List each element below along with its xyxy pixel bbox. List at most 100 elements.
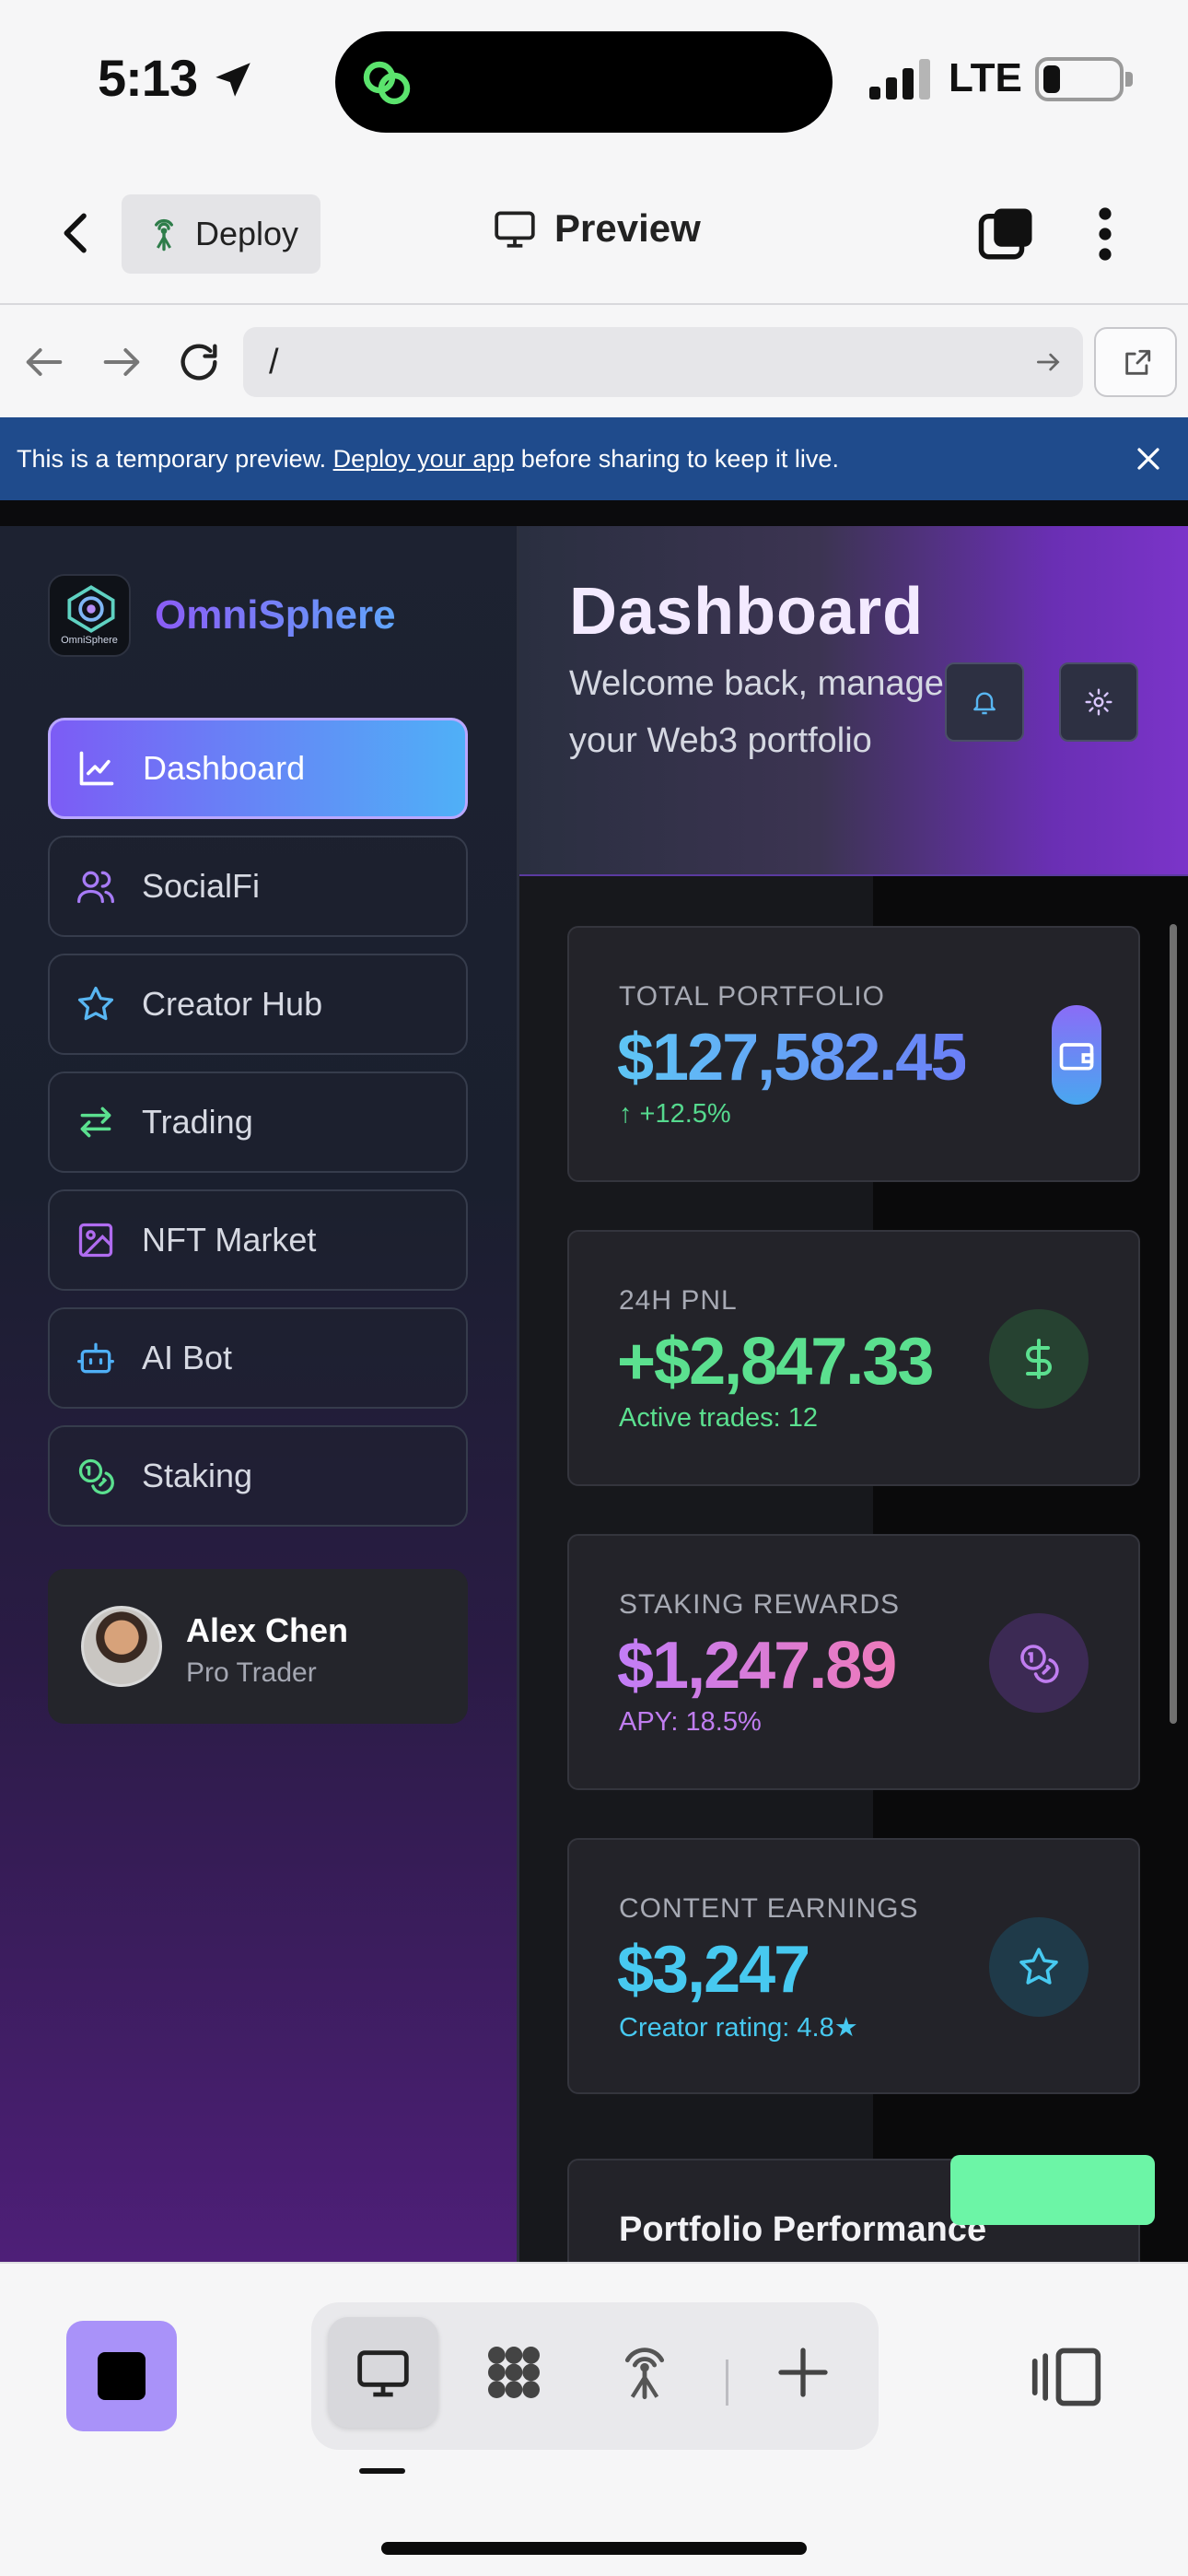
temporary-preview-banner: This is a temporary preview. Deploy your… <box>0 417 1188 500</box>
sidebar-item-trading[interactable]: Trading <box>48 1071 468 1173</box>
back-chevron-icon[interactable] <box>52 205 103 261</box>
workspace-tab[interactable] <box>459 2317 569 2428</box>
gear-icon <box>1085 688 1112 716</box>
sidebar-item-label: Trading <box>142 1103 253 1141</box>
total-portfolio-card: TOTAL PORTFOLIO $127,582.45 ↑ +12.5% <box>567 926 1140 1182</box>
star-icon <box>77 986 114 1021</box>
sidebar: OmniSphere OmniSphere Dashboard SocialFi… <box>0 526 519 2262</box>
monitor-icon <box>495 211 535 248</box>
deploy-label: Deploy <box>195 215 299 252</box>
deploy-tab[interactable] <box>589 2317 700 2428</box>
preview-label: Preview <box>554 206 701 250</box>
brand[interactable]: OmniSphere OmniSphere <box>48 574 396 657</box>
antenna-icon <box>624 2348 665 2400</box>
sidebar-item-staking[interactable]: Staking <box>48 1425 468 1527</box>
stop-button[interactable] <box>66 2321 177 2431</box>
chart-line-icon <box>79 751 114 786</box>
users-icon <box>77 871 114 904</box>
content-earnings-card: CONTENT EARNINGS $3,247 Creator rating: … <box>567 1838 1140 2094</box>
url-text: / <box>269 343 279 381</box>
sidebar-item-ai-bot[interactable]: AI Bot <box>48 1307 468 1409</box>
browser-forward-icon[interactable] <box>98 338 146 386</box>
open-external-button[interactable] <box>1094 327 1177 397</box>
stat-value: $127,582.45 <box>617 1021 967 1095</box>
stat-label: STAKING REWARDS <box>619 1589 901 1620</box>
dynamic-island <box>335 31 833 133</box>
sidebar-item-nft-market[interactable]: NFT Market <box>48 1189 468 1291</box>
stat-value: $3,247 <box>617 1933 810 2007</box>
coins-icon <box>78 1458 114 1494</box>
arrows-exchange-icon <box>80 1107 111 1138</box>
stat-sub: Creator rating: 4.8★ <box>619 2013 858 2043</box>
scrollbar[interactable] <box>1170 924 1177 1724</box>
sidebar-item-label: Staking <box>142 1457 253 1494</box>
reload-icon[interactable] <box>175 338 223 386</box>
section-title: Portfolio Performance <box>619 2210 987 2249</box>
preview-tab[interactable] <box>328 2317 438 2428</box>
home-indicator <box>381 2542 807 2555</box>
side-panel-icon[interactable] <box>1030 2345 1103 2409</box>
antenna-icon <box>155 218 173 252</box>
sidebar-item-label: NFT Market <box>142 1221 317 1259</box>
preview-title: Preview <box>492 205 701 252</box>
url-input[interactable]: / <box>243 327 1083 397</box>
settings-button[interactable] <box>1059 662 1138 742</box>
webview: OmniSphere OmniSphere Dashboard SocialFi… <box>0 500 1188 2262</box>
image-icon <box>78 1223 113 1258</box>
sidebar-item-dashboard[interactable]: Dashboard <box>48 718 468 819</box>
pnl-24h-card: 24H PNL +$2,847.33 Active trades: 12 <box>567 1230 1140 1486</box>
monitor-icon <box>357 2350 409 2397</box>
location-arrow-icon <box>215 63 250 97</box>
sidebar-item-creator-hub[interactable]: Creator Hub <box>48 954 468 1055</box>
grid-blobs-icon <box>488 2347 540 2398</box>
status-bar: 5:13 LTE <box>0 0 1188 161</box>
stat-label: TOTAL PORTFOLIO <box>619 981 885 1012</box>
banner-text-after: before sharing to keep it live. <box>514 445 839 473</box>
deploy-button[interactable]: Deploy <box>122 194 320 274</box>
status-time: 5:13 <box>98 49 198 107</box>
bell-icon <box>973 692 996 715</box>
banner-text-before: This is a temporary preview. <box>17 445 333 473</box>
sidebar-nav: Dashboard SocialFi Creator Hub Trading N… <box>48 718 468 1543</box>
deploy-your-app-link[interactable]: Deploy your app <box>333 445 515 473</box>
main-content: Dashboard Welcome back, manage your Web3… <box>519 526 1188 2262</box>
link-rings-icon <box>363 61 411 105</box>
active-tab-indicator <box>359 2468 405 2474</box>
plus-icon <box>778 2348 828 2397</box>
page-subtitle: Welcome back, manage your Web3 portfolio <box>569 664 944 760</box>
add-tab[interactable] <box>748 2317 858 2428</box>
sidebar-item-label: Creator Hub <box>142 985 323 1023</box>
stat-label: 24H PNL <box>619 1285 738 1316</box>
sidebar-item-label: AI Bot <box>142 1339 233 1376</box>
user-profile-card[interactable]: Alex Chen Pro Trader <box>48 1569 468 1724</box>
brand-logo: OmniSphere <box>48 574 131 657</box>
dashboard-header: Dashboard Welcome back, manage your Web3… <box>519 526 1188 876</box>
cellular-signal-icon <box>869 59 930 100</box>
stat-change: ↑ +12.5% <box>619 1099 731 1129</box>
stat-value: +$2,847.33 <box>617 1325 934 1399</box>
sidebar-item-label: SocialFi <box>142 867 261 905</box>
sidebar-item-socialfi[interactable]: SocialFi <box>48 836 468 937</box>
user-role: Pro Trader <box>186 1657 317 1688</box>
wallet-icon <box>1052 1005 1101 1105</box>
browser-back-icon[interactable] <box>20 338 68 386</box>
battery-icon <box>1035 57 1133 101</box>
network-type: LTE <box>949 55 1022 100</box>
notifications-button[interactable] <box>945 662 1024 742</box>
go-arrow-icon[interactable] <box>1033 347 1063 377</box>
close-icon[interactable] <box>1135 445 1162 473</box>
bot-icon <box>77 1342 114 1374</box>
floating-action-button[interactable] <box>950 2155 1155 2225</box>
stat-value: $1,247.89 <box>617 1629 897 1703</box>
stat-sub: Active trades: 12 <box>619 1403 818 1433</box>
app-header: Deploy Preview <box>0 161 1188 305</box>
stop-square-icon <box>98 2352 146 2400</box>
coins-icon <box>989 1613 1089 1713</box>
tabs-icon[interactable] <box>976 204 1037 264</box>
stat-label: CONTENT EARNINGS <box>619 1893 919 1924</box>
bottom-toolbar <box>0 2262 1188 2576</box>
more-vertical-icon[interactable] <box>1087 204 1124 264</box>
logo-text: OmniSphere <box>61 635 118 646</box>
user-name: Alex Chen <box>186 1611 349 1649</box>
stat-sub: APY: 18.5% <box>619 1707 762 1737</box>
